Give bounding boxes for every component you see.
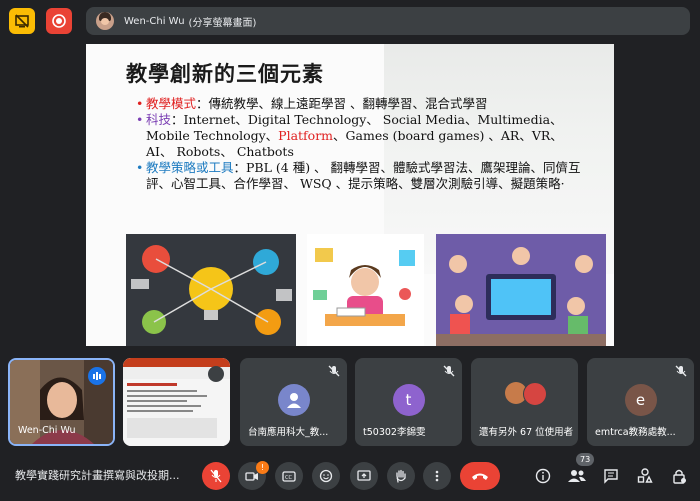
kids-computer-illustration [436,234,606,346]
record-button[interactable] [46,8,72,34]
chat-icon [604,469,618,484]
present-button[interactable] [350,462,378,490]
camera-warning-badge: ! [256,461,269,474]
lightbulb-illustration [126,234,296,346]
info-icon [535,468,551,484]
participant-name: t50302李錦雯 [363,427,426,438]
presenter-name: Wen-Chi Wu [124,15,185,27]
avatar: t [392,384,425,416]
slide-images [126,234,606,346]
chat-button[interactable] [599,464,623,488]
hangup-icon [472,473,488,480]
emoji-icon [319,469,333,483]
student-reading-illustration [307,234,424,346]
participant-tile[interactable]: 台南應用科大_教... [240,358,347,446]
presenter-status: (分享螢幕畫面) [188,17,257,29]
bullet-teaching-mode: • 教學模式：傳統教學、線上遠距學習 、翻轉學習、混合式學習 [136,96,586,112]
bullet-dot: • [136,112,144,127]
people-icon [568,470,586,482]
emoji-button[interactable] [312,462,340,490]
slide-title: 教學創新的三個元素 [126,61,324,86]
others-tile[interactable]: 還有另外 67 位使用者 [471,358,578,446]
mic-off-icon [208,366,224,382]
participant-name: 台南應用科大_教... [248,427,329,438]
mic-off-icon [443,365,455,377]
bottom-controls: 教學實踐研究計畫撰寫與改投期... ! CC 73 [0,452,700,501]
captions-icon: CC [282,471,296,482]
participant-tile[interactable]: e emtrca教務處教... [587,358,694,446]
bullet-key: 科技 [146,112,172,127]
more-icon [435,470,439,482]
bullet-technology: • 科技：Internet、Digital Technology、 Social … [136,112,586,160]
lock-icon [673,469,686,484]
present-icon [357,470,371,481]
slide-bullets: • 教學模式：傳統教學、線上遠距學習 、翻轉學習、混合式學習 • 科技：Intern… [136,96,586,192]
people-button[interactable] [565,464,589,488]
captions-button[interactable]: CC [275,462,303,490]
more-options-button[interactable] [423,462,451,490]
mic-off-icon [210,469,222,483]
avatar: e [624,384,657,416]
raise-hand-icon [396,469,406,483]
presenter-avatar [96,12,114,30]
svg-text:CC: CC [285,475,292,481]
bullet-key: 教學模式 [146,96,197,111]
shared-slide: 教學創新的三個元素 • 教學模式：傳統教學、線上遠距學習 、翻轉學習、混合式學習 … [86,44,614,346]
bullet-text: ：傳統教學、線上遠距學習 、翻轉學習、混合式學習 [196,96,488,111]
mic-off-icon [675,365,687,377]
others-avatars [505,382,547,406]
bullet-key: 教學策略或工具 [146,160,234,175]
record-icon [52,14,66,28]
participant-tile[interactable]: t t50302李錦雯 [355,358,462,446]
participant-tile-screen-share[interactable] [123,358,230,446]
speaking-indicator [88,367,106,385]
bullet-dot: • [136,160,144,175]
participant-tile-presenter[interactable]: Wen-Chi Wu [8,358,115,446]
bullet-highlight: Platform [278,128,334,143]
stop-present-button[interactable] [9,8,35,34]
activities-icon [637,468,653,483]
bullet-dot: • [136,96,144,111]
others-count: 還有另外 67 位使用者 [479,427,574,438]
meeting-details-button[interactable] [531,464,555,488]
participant-name: emtrca教務處教... [595,427,676,438]
mic-button[interactable] [202,462,230,490]
bullet-strategy: • 教學策略或工具：PBL (4 種) 、 翻轉學習、體驗式學習法、鷹架理論、同儕… [136,160,586,192]
stop-present-icon [15,14,29,28]
participant-name: Wen-Chi Wu [18,425,76,436]
leave-call-button[interactable] [460,462,500,490]
presenter-banner[interactable]: Wen-Chi Wu (分享螢幕畫面) [86,7,690,35]
host-controls-button[interactable] [667,464,691,488]
meeting-title[interactable]: 教學實踐研究計畫撰寫與改投期... [15,467,180,483]
raise-hand-button[interactable] [387,462,415,490]
activities-button[interactable] [633,464,657,488]
top-bar: Wen-Chi Wu (分享螢幕畫面) [0,0,700,40]
avatar [277,384,310,416]
mic-off-icon [328,365,340,377]
